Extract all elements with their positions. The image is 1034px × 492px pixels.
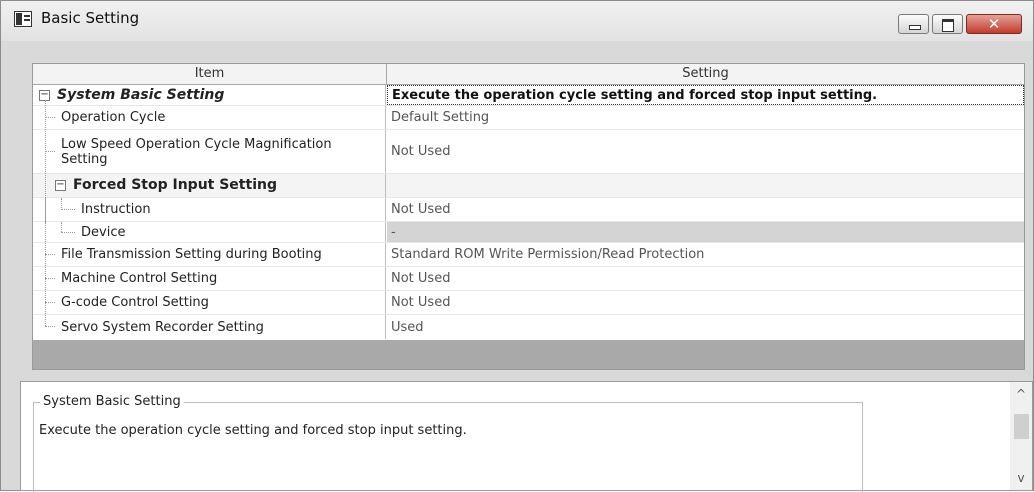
item-cell: Low Speed Operation Cycle Magnification … xyxy=(33,130,386,173)
scroll-up-icon[interactable]: ^ xyxy=(1010,384,1032,404)
description-scrollbar[interactable]: ^ v xyxy=(1010,382,1032,490)
tree-connector xyxy=(45,151,55,152)
scroll-down-icon[interactable]: v xyxy=(1010,468,1032,488)
item-label: Low Speed Operation Cycle Magnification … xyxy=(61,136,332,167)
maximize-button[interactable] xyxy=(932,14,963,34)
close-button[interactable]: ✕ xyxy=(966,14,1022,34)
tree-trunk xyxy=(45,100,46,326)
grid-header: Item Setting xyxy=(33,64,1024,85)
table-row[interactable]: Instruction Not Used xyxy=(33,198,1024,222)
table-row[interactable]: − System Basic Setting Execute the opera… xyxy=(33,85,1024,106)
table-row[interactable]: File Transmission Setting during Booting… xyxy=(33,243,1024,267)
column-header-setting[interactable]: Setting xyxy=(387,64,1024,84)
item-label: Instruction xyxy=(81,202,151,217)
item-label: Operation Cycle xyxy=(61,110,166,125)
item-label: Device xyxy=(81,224,126,240)
item-cell: Instruction xyxy=(33,198,386,221)
item-label: Servo System Recorder Setting xyxy=(61,319,264,335)
setting-value[interactable]: Default Setting xyxy=(387,106,1024,129)
setting-value[interactable]: Used xyxy=(387,315,1024,339)
minimize-button[interactable] xyxy=(898,14,929,34)
item-cell: − System Basic Setting xyxy=(33,85,386,105)
window-title: Basic Setting xyxy=(41,9,140,27)
item-label: Forced Stop Input Setting xyxy=(73,177,277,193)
item-label: Machine Control Setting xyxy=(61,271,218,286)
tree-connector xyxy=(45,302,55,303)
item-cell: File Transmission Setting during Booting xyxy=(33,243,386,266)
table-row[interactable]: Servo System Recorder Setting Used xyxy=(33,315,1024,339)
close-icon: ✕ xyxy=(987,15,1001,33)
setting-value[interactable] xyxy=(387,174,1024,197)
tree-connector xyxy=(61,209,75,210)
window-app-icon xyxy=(14,11,32,27)
tree-connector xyxy=(45,117,55,118)
item-label: G-code Control Setting xyxy=(61,295,209,310)
table-row[interactable]: Low Speed Operation Cycle Magnification … xyxy=(33,130,1024,174)
item-cell: − Forced Stop Input Setting xyxy=(33,174,386,197)
description-pane: System Basic Setting Execute the operati… xyxy=(20,381,1033,492)
item-cell: Device xyxy=(33,222,386,242)
maximize-icon xyxy=(942,19,954,32)
setting-value[interactable]: Standard ROM Write Permission/Read Prote… xyxy=(387,243,1024,266)
description-text: Execute the operation cycle setting and … xyxy=(39,423,467,438)
description-title: System Basic Setting xyxy=(40,394,184,409)
grid-footer-band xyxy=(33,340,1024,369)
item-cell: Operation Cycle xyxy=(33,106,386,129)
description-groupbox: System Basic Setting Execute the operati… xyxy=(33,394,863,492)
column-header-item[interactable]: Item xyxy=(33,64,387,84)
table-row[interactable]: − Forced Stop Input Setting xyxy=(33,174,1024,198)
item-cell: Servo System Recorder Setting xyxy=(33,315,386,339)
tree-connector xyxy=(45,254,55,255)
basic-setting-window: Basic Setting ✕ Item Setting − System Ba… xyxy=(0,0,1034,492)
settings-grid: Item Setting − System Basic Setting Exec… xyxy=(32,63,1025,370)
table-row[interactable]: Operation Cycle Default Setting xyxy=(33,106,1024,130)
table-row[interactable]: Machine Control Setting Not Used xyxy=(33,267,1024,291)
setting-value[interactable]: Not Used xyxy=(387,291,1024,314)
setting-value[interactable]: Not Used xyxy=(387,198,1024,221)
item-cell: G-code Control Setting xyxy=(33,291,386,314)
setting-value[interactable]: Execute the operation cycle setting and … xyxy=(387,85,1024,105)
item-label: File Transmission Setting during Booting xyxy=(61,247,322,262)
setting-value[interactable]: - xyxy=(387,222,1024,242)
tree-connector xyxy=(45,326,55,327)
scroll-thumb[interactable] xyxy=(1014,414,1029,439)
item-cell: Machine Control Setting xyxy=(33,267,386,290)
tree-connector xyxy=(61,232,75,233)
title-bar[interactable]: Basic Setting ✕ xyxy=(1,1,1033,41)
collapse-toggle-icon[interactable]: − xyxy=(55,180,66,191)
setting-value[interactable]: Not Used xyxy=(387,130,1024,173)
item-label: System Basic Setting xyxy=(57,86,225,103)
tree-connector xyxy=(45,278,55,279)
setting-value[interactable]: Not Used xyxy=(387,267,1024,290)
tree-connector xyxy=(61,222,62,232)
table-row[interactable]: Device - xyxy=(33,222,1024,243)
table-row[interactable]: G-code Control Setting Not Used xyxy=(33,291,1024,315)
minimize-icon xyxy=(909,25,921,30)
